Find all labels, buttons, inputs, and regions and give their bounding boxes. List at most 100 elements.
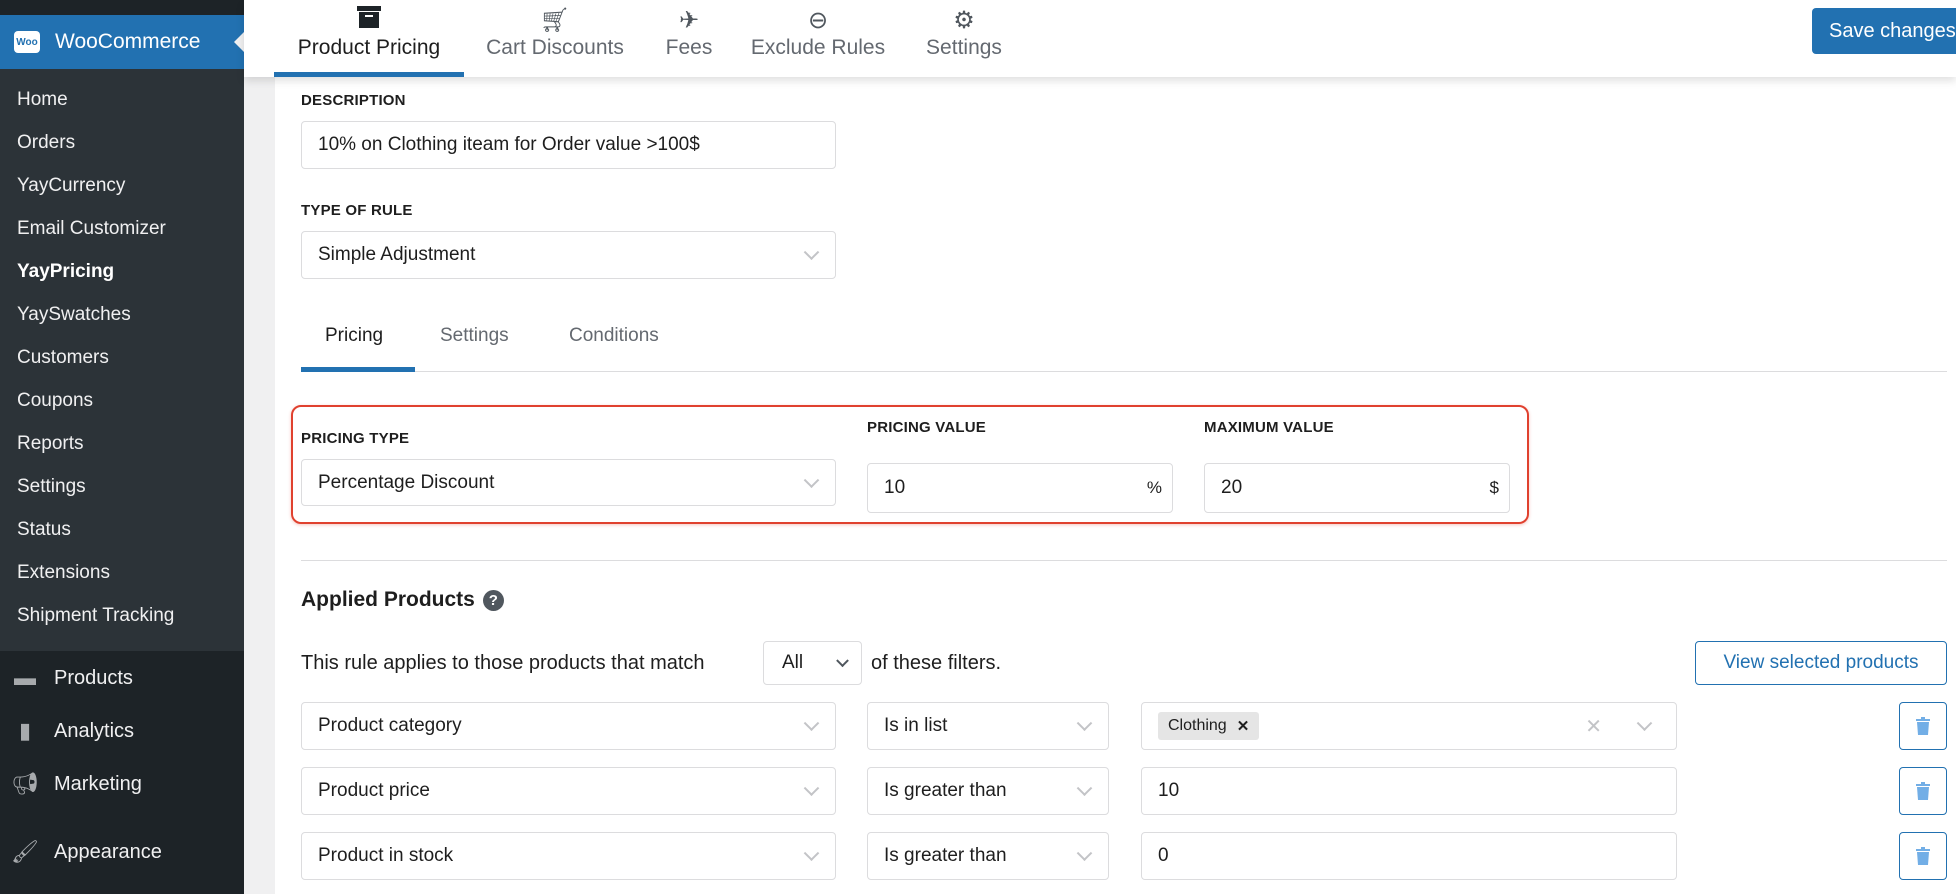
current-menu-arrow [234, 32, 244, 52]
maximum-value-label: MAXIMUM VALUE [1204, 419, 1334, 436]
pricing-value-label: PRICING VALUE [867, 419, 986, 436]
view-selected-products-button[interactable]: View selected products [1695, 641, 1947, 685]
filter-field-value: Product category [318, 715, 462, 736]
chevron-down-icon [803, 780, 820, 797]
description-value: 10% on Clothing iteam for Order value >1… [318, 134, 700, 155]
tab-fees[interactable]: ✈︎ Fees [649, 0, 729, 77]
tag-remove-icon[interactable]: ✕ [1237, 717, 1250, 735]
help-icon[interactable]: ? [482, 589, 504, 611]
woocommerce-logo-icon: Woo [14, 31, 40, 53]
minus-circle-icon: ⊖ [807, 7, 829, 34]
sidebar-subitem[interactable]: Shipment Tracking [17, 605, 174, 627]
filter-operator-value: Is greater than [884, 845, 1007, 866]
trash-icon [1916, 717, 1930, 735]
sidebar-subitem[interactable]: Orders [17, 132, 75, 154]
percent-suffix: % [1146, 478, 1162, 497]
sidebar-subitem[interactable]: Settings [17, 476, 86, 498]
chevron-down-icon [803, 244, 820, 261]
type-of-rule-select[interactable]: Simple Adjustment [301, 231, 836, 279]
filter-field-value: Product in stock [318, 845, 454, 866]
pricing-value-input[interactable]: 10% [867, 463, 1173, 513]
dollar-suffix: $ [1489, 478, 1499, 497]
save-changes-button[interactable]: Save changes [1812, 8, 1956, 54]
section-divider [301, 560, 1947, 561]
type-of-rule-value: Simple Adjustment [318, 244, 476, 265]
gear-icon: ⚙︎ [953, 7, 975, 34]
trash-icon [1916, 782, 1930, 800]
match-value: All [782, 652, 804, 673]
sidebar-subitem[interactable]: YayPricing [17, 261, 114, 283]
clear-icon[interactable]: ✕ [1585, 714, 1602, 739]
maximum-value: 20 [1221, 477, 1243, 498]
tab-rule-settings[interactable]: Settings [440, 325, 509, 347]
chevron-down-icon [803, 471, 820, 488]
sidebar-item-woocommerce[interactable]: Woo WooCommerce [0, 15, 244, 69]
filter-field-value: Product price [318, 780, 430, 801]
sidebar-subitem[interactable]: Home [17, 89, 68, 111]
tabs-divider [301, 371, 1947, 372]
sidebar-subitem[interactable]: Extensions [17, 562, 110, 584]
tab-pricing[interactable]: Pricing [325, 325, 383, 347]
filter-operator-select[interactable]: Is greater than [867, 832, 1109, 880]
filter-value-input[interactable]: 10 [1141, 767, 1677, 815]
applied-products-title: Applied Products [301, 588, 475, 611]
chevron-down-icon [803, 715, 820, 732]
filter-value-multiselect[interactable]: Clothing ✕ ✕ [1141, 702, 1677, 750]
description-label: DESCRIPTION [301, 92, 406, 109]
pricing-type-value: Percentage Discount [318, 471, 495, 493]
filter-operator-value: Is greater than [884, 780, 1007, 801]
type-of-rule-label: TYPE OF RULE [301, 202, 413, 219]
filter-value: 0 [1158, 845, 1169, 866]
bar-chart-icon: ▮ [18, 718, 32, 743]
megaphone-icon: 📢︎ [11, 771, 39, 796]
delete-filter-button[interactable] [1899, 767, 1947, 815]
sidebar-subitem[interactable]: YayCurrency [17, 175, 125, 197]
sidebar-subitem[interactable]: Reports [17, 433, 84, 455]
sidebar-subitem[interactable]: Coupons [17, 390, 93, 412]
paintbrush-icon: 🖌︎ [11, 839, 39, 864]
chevron-down-icon [836, 654, 849, 668]
filter-field-select[interactable]: Product in stock [301, 832, 836, 880]
sidebar-item-analytics[interactable]: ▮ Analytics [12, 718, 134, 743]
tab-cart-discounts[interactable]: 🛒︎ Cart Discounts [480, 0, 630, 77]
tab-exclude-rules[interactable]: ⊖ Exclude Rules [743, 0, 893, 77]
selected-tag: Clothing ✕ [1158, 712, 1260, 740]
tab-conditions[interactable]: Conditions [569, 325, 659, 347]
sidebar-top [0, 0, 244, 15]
tab-product-pricing[interactable]: Product Pricing [274, 0, 464, 77]
delete-filter-button[interactable] [1899, 832, 1947, 880]
chevron-down-icon [803, 845, 820, 862]
filter-operator-select[interactable]: Is greater than [867, 767, 1109, 815]
sidebar-item-label: WooCommerce [55, 30, 201, 53]
trash-icon [1916, 847, 1930, 865]
match-select[interactable]: All [763, 641, 862, 685]
sidebar-subitem[interactable]: YaySwatches [17, 304, 131, 326]
active-tab-indicator [301, 367, 415, 372]
delete-filter-button[interactable] [1899, 702, 1947, 750]
tag-label: Clothing [1168, 717, 1227, 734]
sidebar-item-appearance[interactable]: 🖌︎ Appearance [11, 839, 162, 864]
filter-value: 10 [1158, 780, 1180, 801]
description-input[interactable]: 10% on Clothing iteam for Order value >1… [301, 121, 836, 169]
filter-field-select[interactable]: Product category [301, 702, 836, 750]
maximum-value-input[interactable]: 20 $ [1204, 463, 1510, 513]
archive-icon: ▬ [14, 665, 36, 690]
chevron-down-icon [1636, 715, 1653, 732]
pricing-type-select[interactable]: Percentage Discount [301, 459, 836, 506]
filter-operator-select[interactable]: Is in list [867, 702, 1109, 750]
sidebar-subitem[interactable]: Email Customizer [17, 218, 166, 240]
sidebar-item-products[interactable]: ▬ Products [12, 665, 133, 690]
chevron-down-icon [1076, 780, 1093, 797]
sidebar-subitem[interactable]: Customers [17, 347, 109, 369]
archive-icon [357, 6, 381, 35]
filter-value-input[interactable]: 0 [1141, 832, 1677, 880]
filter-field-select[interactable]: Product price [301, 767, 836, 815]
pricing-value: 10 [884, 477, 906, 498]
applied-products-heading: Applied Products ? [301, 588, 504, 612]
tab-settings[interactable]: ⚙︎ Settings [914, 0, 1014, 77]
sidebar-item-label: Products [54, 666, 133, 689]
filter-operator-value: Is in list [884, 715, 948, 736]
plugin-tab-bar: Product Pricing 🛒︎ Cart Discounts ✈︎ Fee… [244, 0, 1956, 77]
sidebar-subitem[interactable]: Status [17, 519, 71, 541]
sidebar-item-marketing[interactable]: 📢︎ Marketing [11, 771, 142, 796]
